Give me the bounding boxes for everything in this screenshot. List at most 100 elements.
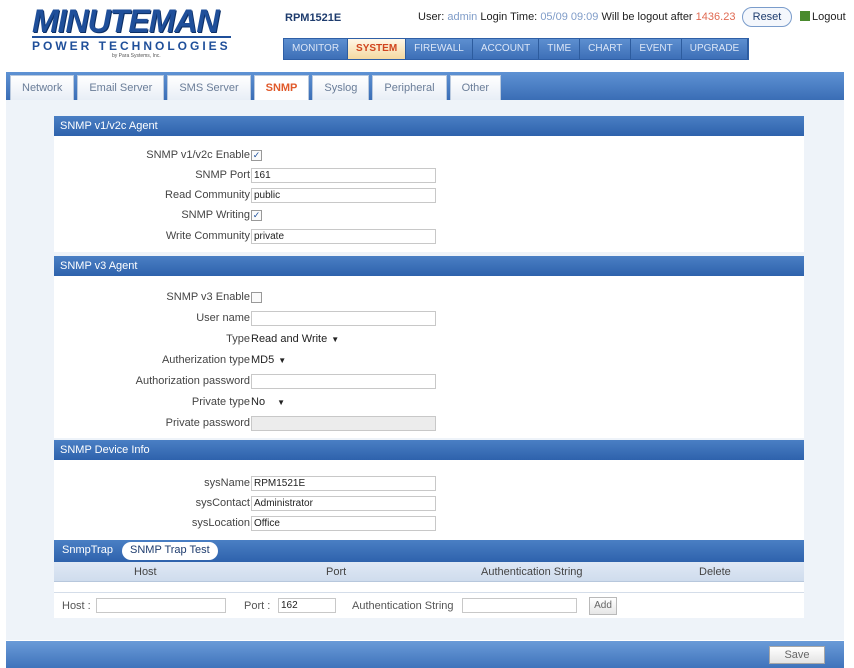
read-community-row: Read Community public (54, 188, 804, 204)
nav-monitor[interactable]: MONITOR (284, 39, 349, 59)
footer-bar: Save (6, 641, 844, 668)
device-info-panel: SNMP Device Info sysName RPM1521E sysCon… (54, 440, 804, 540)
trap-host-input[interactable] (96, 598, 226, 613)
syscontact-row: sysContact Administrator (54, 496, 804, 512)
tab-email-server[interactable]: Email Server (77, 75, 165, 100)
login-time: 05/09 09:09 (540, 11, 599, 23)
sysname-row: sysName RPM1521E (54, 476, 804, 492)
v3-enable-row: SNMP v3 Enable (54, 290, 804, 306)
v3-private-password-input[interactable] (251, 416, 436, 431)
v3-private-type-value: No (251, 396, 266, 408)
snmp-writing-checkbox[interactable]: ✓ (251, 210, 262, 221)
v3-type-row: Type Read and Write ▼ (54, 332, 804, 348)
v1v2-enable-label: SNMP v1/v2c Enable (146, 149, 250, 161)
v3-private-type-row: Private type No ▼ (54, 395, 804, 411)
logout-label: Logout (812, 11, 846, 23)
snmp-trap-panel: SnmpTrap SNMP Trap Test Host Port Authen… (54, 540, 804, 618)
v3-auth-password-input[interactable] (251, 374, 436, 389)
trap-tab-bar: SnmpTrap SNMP Trap Test (54, 540, 804, 562)
tab-snmptrap[interactable]: SnmpTrap (62, 544, 113, 556)
v1v2-panel: SNMP v1/v2c Agent SNMP v1/v2c Enable ✓ S… (54, 116, 804, 252)
v3-type-value: Read and Write (251, 333, 328, 345)
header: MINUTEMAN POWER TECHNOLOGIES by Para Sys… (0, 0, 854, 68)
logout-link[interactable]: Logout (800, 11, 846, 23)
syscontact-input[interactable]: Administrator (251, 496, 436, 511)
trap-auth-input[interactable] (462, 598, 577, 613)
read-community-input[interactable]: public (251, 188, 436, 203)
tab-syslog[interactable]: Syslog (312, 75, 370, 100)
logo-tagline: by Para Systems, Inc. (112, 53, 161, 59)
tab-network[interactable]: Network (10, 75, 75, 100)
v1v2-enable-row: SNMP v1/v2c Enable ✓ (54, 148, 804, 164)
nav-time[interactable]: TIME (539, 39, 581, 59)
syscontact-label: sysContact (195, 497, 250, 509)
snmp-port-label: SNMP Port (195, 169, 250, 181)
read-community-label: Read Community (165, 189, 250, 201)
user-label: User: (418, 11, 445, 23)
chevron-down-icon: ▼ (277, 398, 285, 407)
snmp-writing-label: SNMP Writing (181, 209, 250, 221)
reset-button[interactable]: Reset (742, 7, 792, 27)
nav-account[interactable]: ACCOUNT (473, 39, 540, 59)
logo-subtitle: POWER TECHNOLOGIES (32, 36, 231, 53)
minuteman-logo: MINUTEMAN POWER TECHNOLOGIES by Para Sys… (32, 3, 242, 59)
snmp-port-input[interactable]: 161 (251, 168, 436, 183)
device-model: RPM1521E (285, 12, 342, 24)
add-trap-button[interactable]: Add (589, 597, 617, 615)
write-community-label: Write Community (165, 230, 250, 242)
user-name: admin (447, 11, 478, 23)
v3-enable-label: SNMP v3 Enable (166, 291, 250, 303)
save-button[interactable]: Save (769, 646, 825, 664)
v3-section-title: SNMP v3 Agent (54, 256, 804, 276)
nav-chart[interactable]: CHART (580, 39, 632, 59)
col-delete: Delete (699, 566, 731, 578)
write-community-row: Write Community private (54, 229, 804, 245)
logout-countdown: 1436.23 (695, 11, 736, 23)
v3-private-type-label: Private type (191, 396, 250, 408)
login-time-label: Login Time: (480, 11, 538, 23)
chevron-down-icon: ▼ (278, 356, 287, 365)
write-community-input[interactable]: private (251, 229, 436, 244)
v3-auth-password-row: Authorization password (54, 374, 804, 390)
v3-enable-checkbox[interactable] (251, 292, 262, 303)
nav-firewall[interactable]: FIREWALL (406, 39, 473, 59)
trap-port-input[interactable]: 162 (278, 598, 336, 613)
v3-private-password-row: Private password (54, 416, 804, 432)
v3-username-input[interactable] (251, 311, 436, 326)
tab-sms-server[interactable]: SMS Server (167, 75, 251, 100)
v3-username-label: User name (196, 312, 250, 324)
snmp-writing-row: SNMP Writing ✓ (54, 208, 804, 224)
col-auth-string: Authentication String (481, 566, 583, 578)
v3-private-type-select[interactable]: No ▼ (251, 395, 285, 410)
v3-auth-type-row: Autherization type MD5 ▼ (54, 353, 804, 369)
v3-type-select[interactable]: Read and Write ▼ (251, 332, 339, 347)
content-area: SNMP v1/v2c Agent SNMP v1/v2c Enable ✓ S… (6, 100, 844, 640)
trap-table-body (54, 582, 804, 592)
v1v2-enable-checkbox[interactable]: ✓ (251, 150, 262, 161)
nav-upgrade[interactable]: UPGRADE (682, 39, 749, 59)
v3-panel: SNMP v3 Agent SNMP v3 Enable User name T… (54, 256, 804, 438)
v3-private-password-label: Private password (165, 417, 250, 429)
v1v2-section-title: SNMP v1/v2c Agent (54, 116, 804, 136)
trap-host-label: Host : (62, 600, 91, 612)
subtabs: Network Email Server SMS Server SNMP Sys… (10, 75, 504, 100)
v3-body: SNMP v3 Enable User name Type Read and W… (54, 276, 804, 438)
syslocation-label: sysLocation (191, 517, 250, 529)
tab-peripheral[interactable]: Peripheral (372, 75, 447, 100)
logo-brand: MINUTEMAN (32, 3, 220, 39)
device-info-section-title: SNMP Device Info (54, 440, 804, 460)
trap-auth-label: Authentication String (352, 600, 454, 612)
logout-icon (800, 11, 810, 21)
tab-snmp[interactable]: SNMP (253, 75, 310, 100)
sysname-label: sysName (204, 477, 250, 489)
v3-type-label: Type (226, 333, 250, 345)
v3-auth-type-select[interactable]: MD5 ▼ (251, 353, 286, 368)
tab-other[interactable]: Other (449, 75, 502, 100)
nav-system[interactable]: SYSTEM (348, 39, 407, 59)
nav-event[interactable]: EVENT (631, 39, 682, 59)
session-info: User: admin Login Time: 05/09 09:09 Will… (418, 11, 735, 23)
v1v2-body: SNMP v1/v2c Enable ✓ SNMP Port 161 Read … (54, 136, 804, 252)
syslocation-input[interactable]: Office (251, 516, 436, 531)
sysname-input[interactable]: RPM1521E (251, 476, 436, 491)
tab-snmp-trap-test[interactable]: SNMP Trap Test (122, 542, 218, 560)
